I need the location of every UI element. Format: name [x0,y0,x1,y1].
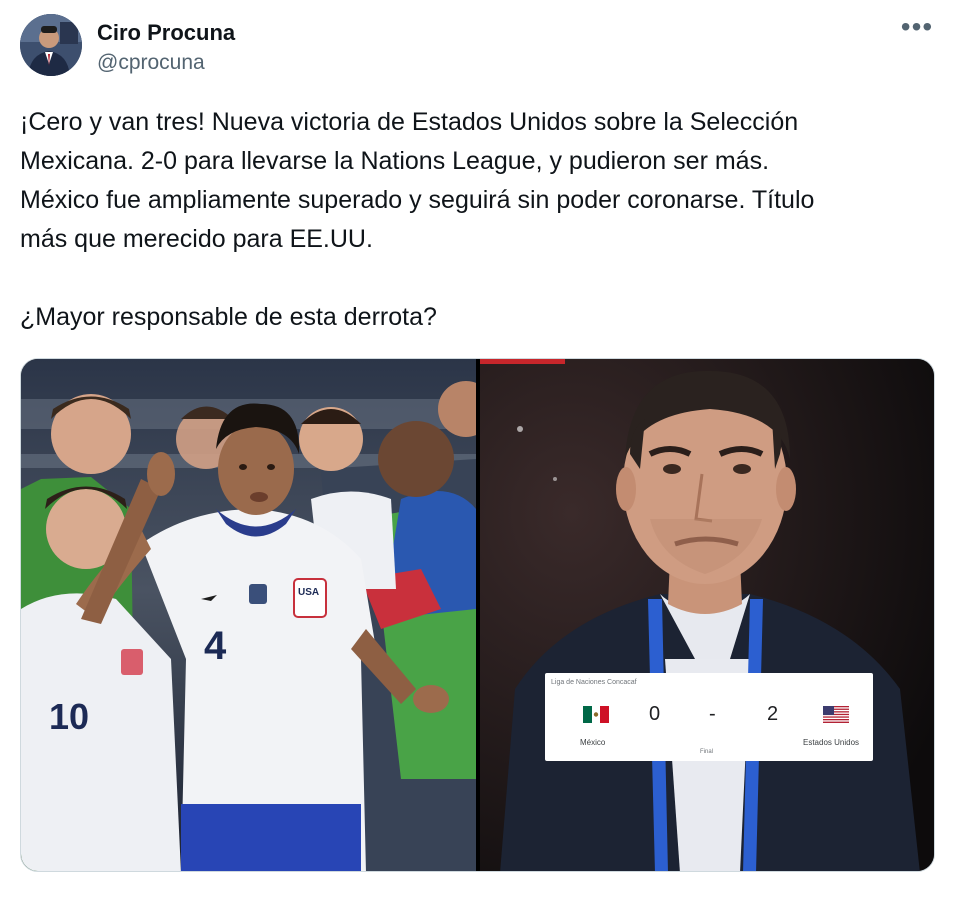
avatar[interactable] [20,14,82,76]
usa-crest: USA [298,587,319,598]
jersey-number-4: 4 [204,624,227,668]
jersey-number-10: 10 [49,696,89,737]
tweet-text: ¡Cero y van tres! Nueva victoria de Esta… [20,103,935,337]
usa-flag-icon [823,706,849,723]
scoreboard-card: Liga de Naciones Concacaf México 0 - 2 F… [545,673,873,761]
photo-mexico-coach[interactable]: Liga de Naciones Concacaf México 0 - 2 F… [480,359,934,871]
tweet-question: ¿Mayor responsable de esta derrota? [20,303,437,331]
home-score: 0 [649,703,661,725]
display-name[interactable]: Ciro Procuna [97,20,235,46]
home-team-name: México [580,738,606,747]
photo-usa-celebration[interactable]: 10 4 USA [21,359,476,871]
scoreboard-title: Liga de Naciones Concacaf [551,679,637,686]
tweet-text-line: ¡Cero y van tres! Nueva victoria de Esta… [20,108,799,136]
match-status: Final [700,749,714,755]
away-team-name: Estados Unidos [803,738,860,747]
mexico-flag-icon [583,706,609,723]
tweet-text-line: México fue ampliamente superado y seguir… [20,186,815,214]
user-handle[interactable]: @cprocuna [97,50,235,76]
more-horizontal-icon[interactable]: ••• [899,13,935,46]
score-separator: - [709,703,716,725]
author-block: Ciro Procuna @cprocuna [97,20,235,76]
away-score: 2 [767,703,779,725]
tweet-text-line: más que merecido para EE.UU. [20,225,373,253]
tweet-header: Ciro Procuna @cprocuna ••• [20,13,935,84]
tweet-text-line: Mexicana. 2-0 para llevarse la Nations L… [20,147,770,175]
tweet-media[interactable]: 10 4 USA Liga de Naciones Concacaf Méxic… [20,358,935,872]
